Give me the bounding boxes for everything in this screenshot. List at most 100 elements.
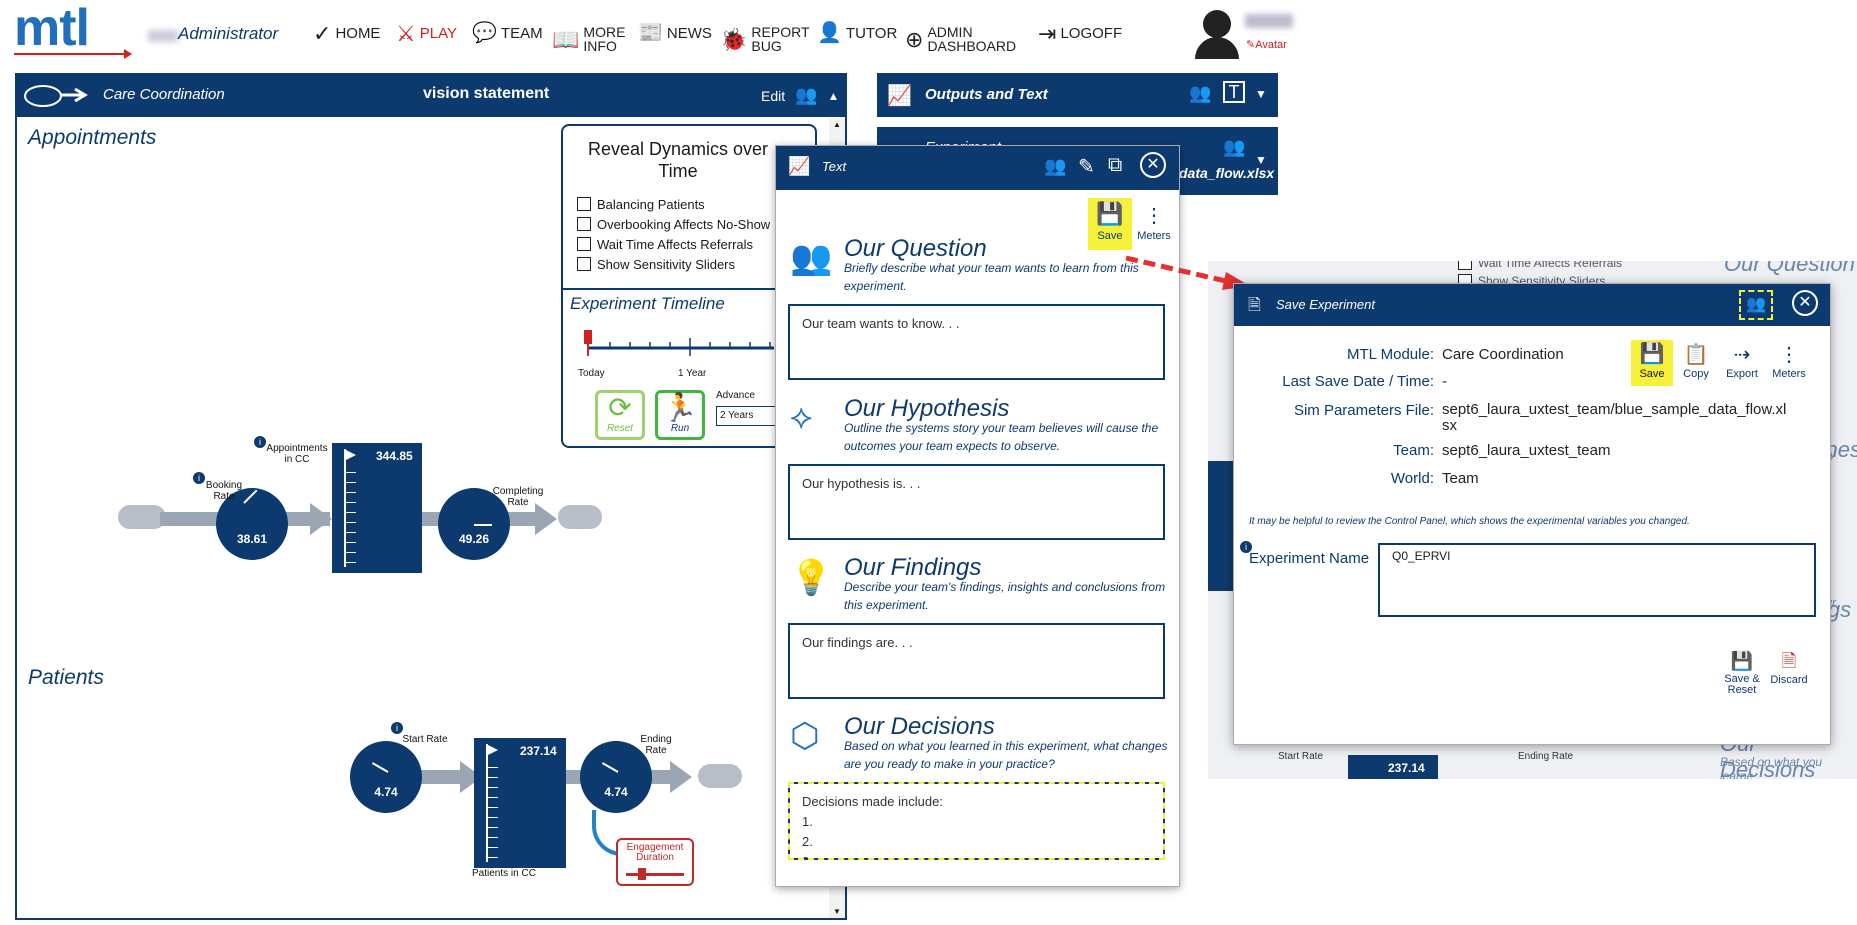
- findings-icon: 💡: [790, 559, 833, 597]
- save-reset-button[interactable]: 💾 Save & Reset: [1722, 648, 1762, 696]
- runner-icon: ⚔: [396, 21, 416, 46]
- patients-tank[interactable]: 237.14: [474, 738, 566, 868]
- nav-admin-dashboard[interactable]: ⊕ ADMIN DASHBOARD: [905, 25, 1017, 53]
- advance-label: Advance: [716, 390, 755, 401]
- pencil-icon: ✎: [1246, 39, 1256, 51]
- tutor-icon: 👤: [817, 22, 842, 44]
- nav-news[interactable]: 📰 NEWS: [638, 22, 712, 44]
- hypothesis-textarea[interactable]: Our hypothesis is. . .: [788, 464, 1165, 540]
- meters-button[interactable]: ⋮ Meters: [1134, 202, 1174, 242]
- sink-cloud: [558, 505, 602, 529]
- team-icon[interactable]: 👥: [1044, 156, 1066, 177]
- reset-button[interactable]: ⟳ Reset: [595, 390, 645, 440]
- save-button[interactable]: 💾 Save: [1631, 340, 1673, 386]
- chart-icon: 📈: [788, 156, 811, 176]
- info-icon[interactable]: i: [391, 722, 403, 734]
- dropdown-icon[interactable]: ▼: [1255, 87, 1267, 101]
- export-button[interactable]: ⇢ Export: [1720, 342, 1764, 380]
- dashboard-icon: ⊕: [905, 26, 924, 52]
- option-balancing-patients[interactable]: Balancing Patients: [577, 194, 777, 214]
- meters-icon: ⋮: [1779, 344, 1799, 366]
- timeline-slider[interactable]: [584, 330, 774, 360]
- meters-button[interactable]: ⋮ Meters: [1766, 342, 1812, 380]
- option-overbooking[interactable]: Overbooking Affects No-Show: [577, 214, 777, 234]
- outputs-panel-header[interactable]: 📈 Outputs and Text 👥 T ▼: [877, 73, 1278, 117]
- start-rate-gauge[interactable]: 4.74: [350, 741, 422, 813]
- hint-text: It may be helpful to review the Control …: [1249, 516, 1690, 527]
- field-team: sept6_laura_uxtest_team: [1442, 442, 1611, 459]
- save-reset-icon: 💾: [1730, 651, 1754, 671]
- decisions-textarea[interactable]: Decisions made include: 1. 2. 3.: [788, 782, 1165, 860]
- edit-icon[interactable]: ✎: [1078, 154, 1095, 179]
- discard-button[interactable]: 🗎 Discard: [1766, 648, 1812, 686]
- option-wait-time[interactable]: Wait Time Affects Referrals: [577, 234, 777, 254]
- avatar-name-blurred: [1245, 14, 1293, 28]
- refresh-icon: ⟳: [608, 392, 632, 423]
- edit-button[interactable]: Edit 👥 ▲: [761, 85, 839, 106]
- nav-team[interactable]: 💬 TEAM: [472, 23, 543, 43]
- collapse-icon[interactable]: ▲: [828, 89, 840, 103]
- logout-icon: ⇥: [1038, 21, 1057, 46]
- nav-tutor[interactable]: 👤 TUTOR: [817, 22, 897, 44]
- close-icon[interactable]: ✕: [1140, 152, 1166, 178]
- field-sim-params: sept6_laura_uxtest_team/blue_sample_data…: [1442, 401, 1787, 434]
- meters-icon: ⋮: [1144, 205, 1164, 227]
- dropdown-icon[interactable]: ▼: [1255, 153, 1267, 167]
- hypothesis-sub: Outline the systems story your team beli…: [844, 421, 1159, 453]
- timeline-today: Today: [578, 368, 605, 379]
- exp-name-label: Experiment Name: [1249, 550, 1370, 567]
- nav-play[interactable]: ⚔ PLAY: [396, 21, 457, 46]
- close-icon[interactable]: ✕: [1792, 290, 1818, 316]
- copy-icon: 📋: [1683, 344, 1709, 366]
- patients-sink-cloud: [698, 764, 742, 788]
- book-icon: 📖: [552, 26, 580, 52]
- avatar[interactable]: [1193, 10, 1239, 59]
- user-role: Administrator: [178, 24, 279, 43]
- save-dialog: 🗎 Save Experiment 👥 ✕ MTL Module: Care C…: [1233, 283, 1831, 745]
- field-module: Care Coordination: [1442, 346, 1564, 363]
- option-sensitivity-sliders[interactable]: Show Sensitivity Sliders: [577, 254, 777, 274]
- cloud-arrow-icon: [23, 83, 93, 107]
- floppy-icon: 💾: [1639, 343, 1665, 365]
- reveal-options: Balancing Patients Overbooking Affects N…: [577, 194, 777, 274]
- appointments-tank[interactable]: 344.85: [332, 443, 422, 573]
- advance-select[interactable]: 2 Years: [716, 406, 776, 426]
- nav-report-bug[interactable]: 🐞 REPORT BUG: [720, 25, 811, 53]
- info-icon[interactable]: i: [254, 436, 266, 448]
- nav-logoff[interactable]: ⇥ LOGOFF: [1038, 21, 1122, 46]
- nav-more-info[interactable]: 📖 MORE INFO: [552, 25, 625, 53]
- avatar-link[interactable]: ✎Avatar: [1246, 38, 1287, 51]
- engagement-slider[interactable]: Engagement Duration: [616, 838, 694, 886]
- field-world: Team: [1442, 470, 1479, 487]
- section-patients: Patients: [28, 666, 104, 689]
- nav-home[interactable]: ✓ HOME: [313, 23, 380, 45]
- logo[interactable]: mtl: [14, 2, 132, 59]
- text-panel-header: 📈 Text 👥 ✎ ⧉ ✕: [776, 146, 1179, 190]
- completing-rate-label: Completing Rate: [492, 486, 544, 508]
- text-icon: T: [1223, 81, 1245, 103]
- run-button[interactable]: 🏃 Run: [655, 390, 705, 440]
- exp-name-input[interactable]: Q0_EPRVI: [1378, 543, 1816, 617]
- team-icon: 👥: [1189, 83, 1212, 103]
- user-name-blurred: [148, 30, 178, 42]
- copy-button[interactable]: 📋 Copy: [1676, 342, 1716, 380]
- text-panel: 📈 Text 👥 ✎ ⧉ ✕ 💾 Save ⋮ Meters 👥 Our Que…: [775, 145, 1180, 887]
- section-appointments: Appointments: [28, 126, 157, 149]
- findings-textarea[interactable]: Our findings are. . .: [788, 623, 1165, 699]
- experiment-file: data_flow.xlsx: [1179, 165, 1275, 181]
- module-title: Care Coordination: [103, 86, 225, 103]
- save-doc-icon: 🗎: [1248, 297, 1261, 314]
- popout-icon[interactable]: ⧉: [1108, 154, 1122, 177]
- newspaper-icon: 📰: [638, 22, 663, 44]
- question-textarea[interactable]: Our team wants to know. . .: [788, 304, 1165, 380]
- info-icon[interactable]: i: [193, 472, 205, 484]
- vision-statement[interactable]: vision statement: [423, 85, 549, 103]
- question-icon: 👥: [790, 239, 833, 277]
- team-icon[interactable]: 👥: [1739, 290, 1773, 320]
- floppy-icon: 💾: [1096, 201, 1124, 226]
- source-cloud: [118, 505, 166, 529]
- save-text-button[interactable]: 💾 Save: [1088, 198, 1132, 250]
- field-last-save: -: [1442, 373, 1447, 390]
- ending-rate-label: Ending Rate: [640, 734, 672, 756]
- start-rate-label: Start Rate: [402, 734, 448, 745]
